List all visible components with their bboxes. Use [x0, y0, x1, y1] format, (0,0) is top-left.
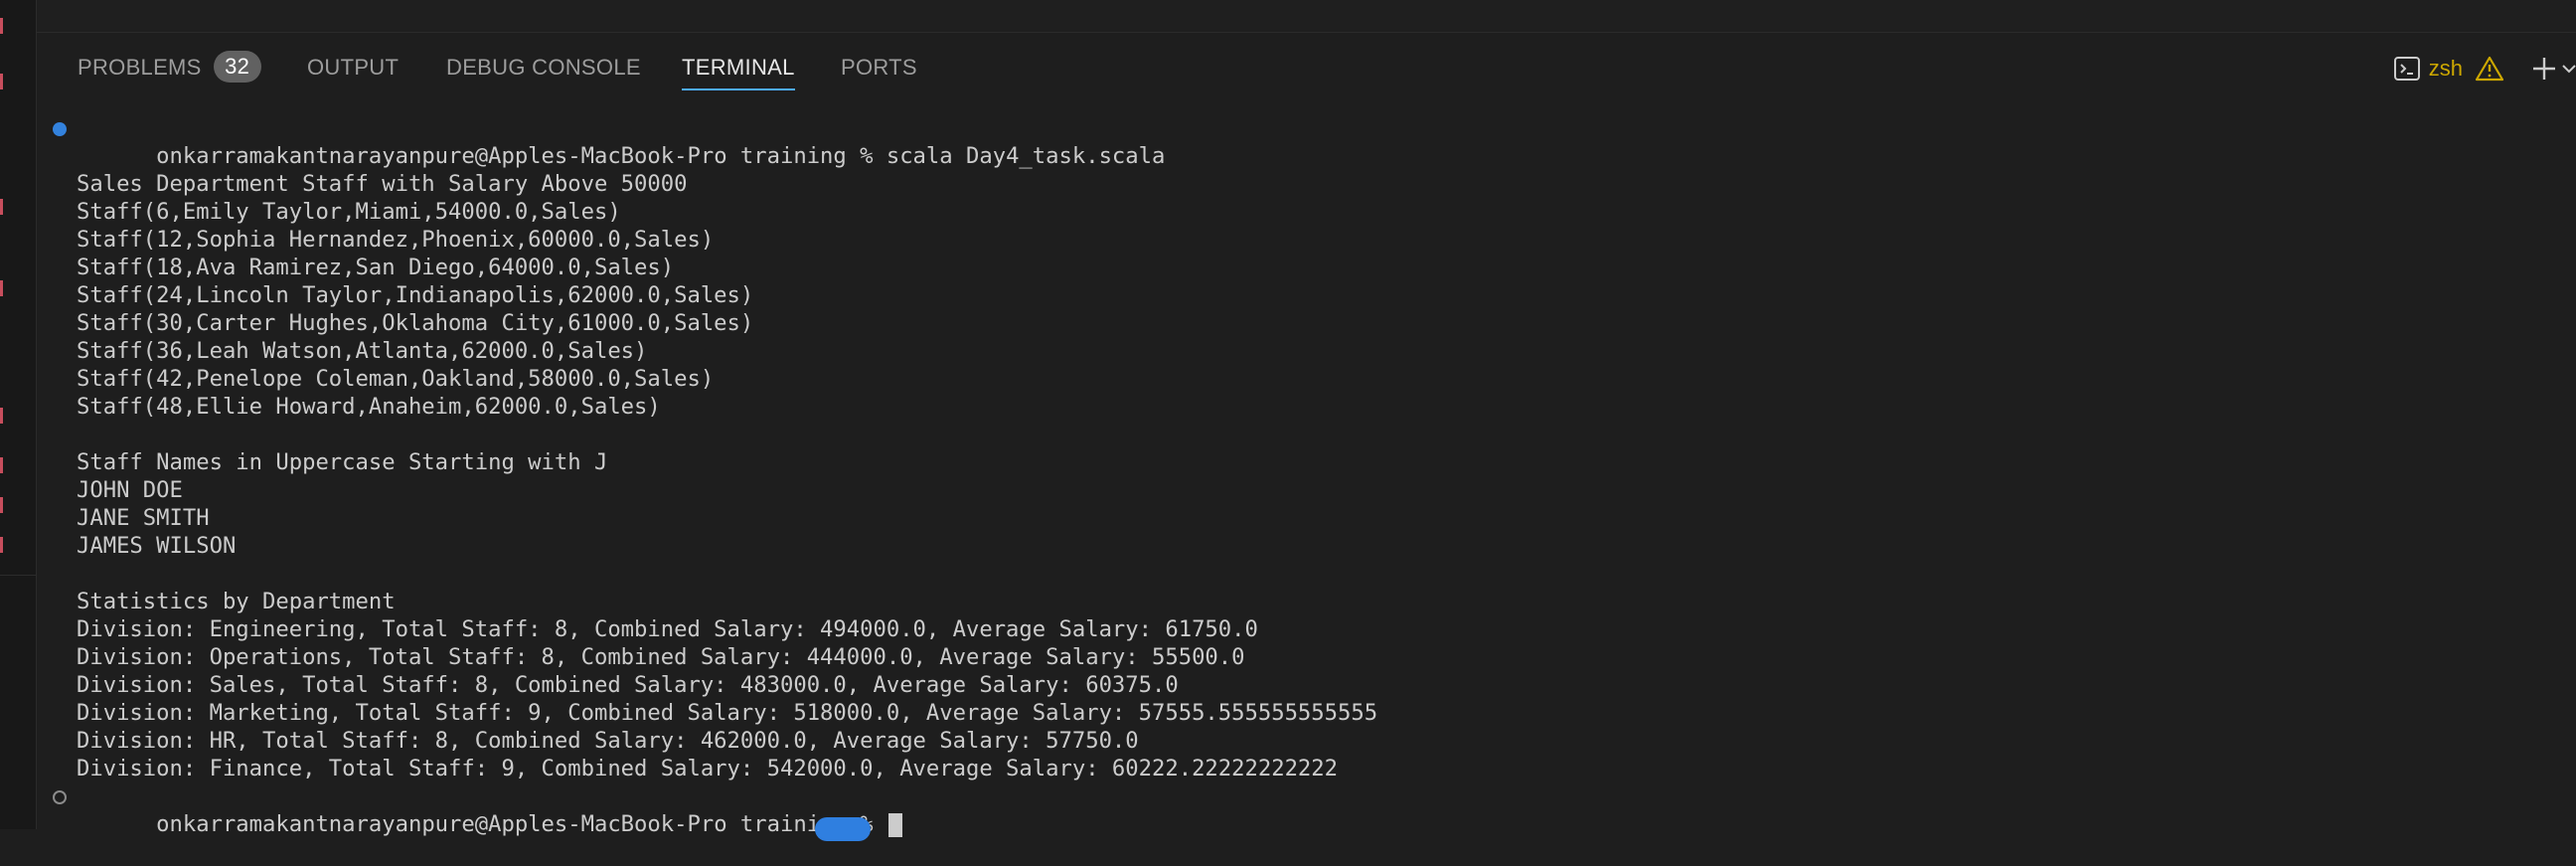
terminal-controls: zsh: [2393, 51, 2576, 87]
floating-indicator: [815, 817, 871, 841]
active-tab-indicator: [682, 88, 795, 90]
tab-label: PORTS: [841, 55, 917, 80]
tab-label: PROBLEMS: [78, 55, 202, 80]
gutter-marker: [0, 497, 3, 513]
tab-label: TERMINAL: [682, 55, 795, 80]
output-line: Staff(30,Carter Hughes,Oklahoma City,610…: [77, 310, 754, 336]
editor-area-edge: [0, 0, 2576, 33]
tab-label: DEBUG CONSOLE: [446, 55, 641, 80]
panel-tab-bar: PROBLEMS 32 OUTPUT DEBUG CONSOLE TERMINAL…: [37, 33, 2576, 100]
output-line: Staff(18,Ava Ramirez,San Diego,64000.0,S…: [77, 255, 675, 280]
command-line: onkarramakantnarayanpure@Apples-MacBook-…: [37, 114, 2576, 169]
problems-count-badge: 32: [213, 51, 261, 84]
output-line: Staff(24,Lincoln Taylor,Indianapolis,620…: [77, 282, 754, 308]
output-line: Staff(12,Sophia Hernandez,Phoenix,60000.…: [77, 227, 715, 253]
new-terminal-button[interactable]: [2530, 55, 2558, 83]
output-line: Staff(42,Penelope Coleman,Oakland,58000.…: [77, 366, 715, 392]
command-status-dot: [53, 122, 67, 136]
output-line: Division: Marketing, Total Staff: 9, Com…: [77, 700, 1378, 726]
gutter-marker: [0, 457, 3, 473]
gutter-marker: [0, 199, 3, 215]
bottom-panel: PROBLEMS 32 OUTPUT DEBUG CONSOLE TERMINAL…: [37, 33, 2576, 837]
plus-icon: [2533, 58, 2555, 80]
terminal-cursor: [887, 812, 902, 837]
prompt-status-dot: [53, 790, 67, 804]
shell-name: zsh: [2428, 56, 2463, 81]
output-line: Statistics by Department: [77, 589, 396, 614]
tab-output[interactable]: OUTPUT: [307, 53, 399, 83]
output-line: JOHN DOE: [77, 477, 183, 503]
gutter-marker: [0, 280, 3, 296]
output-line: Division: Sales, Total Staff: 8, Combine…: [77, 672, 1179, 698]
output-line: JAMES WILSON: [77, 533, 237, 559]
output-line: Division: Finance, Total Staff: 9, Combi…: [77, 756, 1339, 781]
terminal-output[interactable]: onkarramakantnarayanpure@Apples-MacBook-…: [37, 114, 2576, 837]
gutter-marker: [0, 18, 3, 34]
output-line: Division: HR, Total Staff: 8, Combined S…: [77, 728, 1139, 754]
warning-icon: [2475, 56, 2504, 82]
gutter-marker: [0, 74, 3, 89]
output-line: Staff(6,Emily Taylor,Miami,54000.0,Sales…: [77, 199, 621, 225]
gutter-divider: [0, 575, 36, 576]
output-line: Division: Engineering, Total Staff: 8, C…: [77, 616, 1258, 642]
output-line: Sales Department Staff with Salary Above…: [77, 171, 688, 197]
terminal-menu-button[interactable]: [2562, 55, 2576, 83]
gutter-marker: [0, 537, 3, 553]
tab-debug-console[interactable]: DEBUG CONSOLE: [446, 53, 641, 83]
prompt-line[interactable]: onkarramakantnarayanpure@Apples-MacBook-…: [37, 782, 2576, 837]
gutter-marker: [0, 408, 3, 424]
tab-label: OUTPUT: [307, 55, 400, 80]
left-gutter: [0, 0, 37, 829]
terminal-shell-selector[interactable]: zsh: [2393, 55, 2504, 83]
tab-problems[interactable]: PROBLEMS 32: [78, 51, 261, 84]
tab-terminal[interactable]: TERMINAL: [682, 53, 795, 90]
prompt-text: onkarramakantnarayanpure@Apples-MacBook-…: [156, 811, 886, 837]
output-line: Division: Operations, Total Staff: 8, Co…: [77, 644, 1245, 670]
output-line: Staff(36,Leah Watson,Atlanta,62000.0,Sal…: [77, 338, 648, 364]
terminal-icon: [2393, 57, 2420, 81]
output-line: Staff(48,Ellie Howard,Anaheim,62000.0,Sa…: [77, 394, 661, 420]
output-line: Staff Names in Uppercase Starting with J: [77, 449, 608, 475]
output-line: JANE SMITH: [77, 505, 210, 531]
chevron-down-icon: [2562, 65, 2576, 74]
tab-ports[interactable]: PORTS: [841, 53, 917, 83]
